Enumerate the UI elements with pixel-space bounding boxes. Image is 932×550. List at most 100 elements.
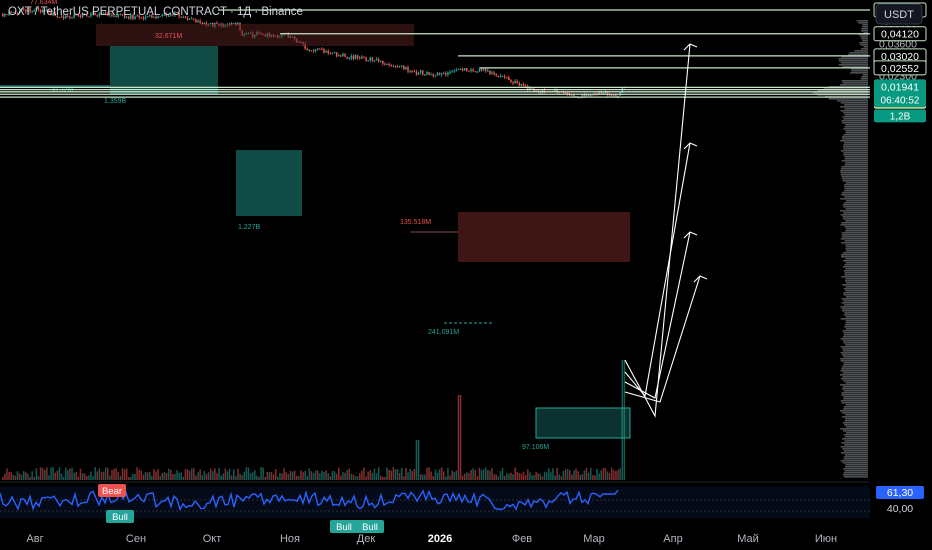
volume-profile-bar [840,170,868,172]
volume-profile-bar [845,382,868,384]
candle [411,70,413,72]
volume-bar [497,476,500,480]
volume-bar [470,469,472,480]
candle [489,70,491,75]
volume-profile-bar [845,182,868,184]
demand-zone [536,408,630,438]
volume-profile-bar [845,280,868,282]
volume-bar [325,470,327,480]
volume-bar [4,473,6,480]
volume-profile-bar [843,190,868,192]
volume-bar [52,467,54,480]
candle [422,70,424,75]
volume-bar [201,475,203,480]
volume-profile-bar [840,352,868,354]
volume-profile-bar [840,338,868,340]
candle [375,58,378,61]
volume-bar [241,475,243,480]
volume-bar [377,467,380,480]
volume-bar [100,471,103,480]
candle [329,53,332,55]
countdown: 06:40:52 [881,95,920,106]
volume-bar [613,470,615,480]
candle [413,71,416,73]
volume-bar [243,471,245,480]
volume-bar [115,468,117,480]
volume-bar [33,476,35,480]
volume-bar [75,471,77,480]
volume-bar [451,470,453,480]
volume-bar [130,476,132,480]
volume-profile-bar [845,404,868,406]
volume-profile-bar [862,26,868,28]
volume-bar [472,468,474,480]
currency-button-label[interactable]: USDT [884,9,914,21]
candle [401,65,403,67]
volume-bar [283,468,285,480]
volume-bar [247,467,250,480]
volume-profile-bar [856,20,868,22]
volume-profile-bar [841,80,868,82]
volume-bar [281,473,283,480]
volume-profile-bar [841,234,868,236]
candle [518,82,521,86]
volume-bar [466,472,468,480]
volume-bar [432,475,434,480]
volume-bar [560,476,563,480]
volume-bar [350,473,353,480]
volume-bar [619,468,621,480]
volume-bar [293,470,296,480]
volume-bar [539,473,542,480]
volume-bar [558,474,560,480]
volume-profile-bar [843,292,868,294]
volume-bar [598,473,600,480]
candle [440,73,443,75]
chart-canvas: 0,055000,050000,044000,040000,036000,032… [0,0,927,545]
volume-bar [516,472,518,480]
volume-bar [396,469,399,480]
volume-profile-bar [845,286,868,288]
volume-profile-bar [843,202,868,204]
candle [384,63,386,65]
signal-label: Bear [102,486,122,497]
volume-bar [39,467,42,480]
volume-profile-bar [845,220,868,222]
volume-profile-bar [838,64,868,66]
volume-profile-bar [842,284,868,286]
volume-profile-bar [845,344,868,346]
volume-profile-bar [842,216,868,218]
candle [361,56,363,59]
volume-bar [566,469,569,480]
candle [354,55,357,60]
volume-bar [302,471,304,480]
volume-bar [50,467,52,480]
candle [428,72,430,76]
volume-bar [197,472,199,480]
volume-profile-bar [844,436,868,438]
volume-bar [25,472,27,480]
volume-bar [554,475,556,480]
volume-bar [188,470,191,480]
volume-profile-bar [843,266,868,268]
volume-bar [533,475,535,480]
volume-profile-bar [843,334,868,336]
volume-profile-bar [844,226,868,228]
volume-profile-bar [858,22,868,24]
volume-bar [16,471,19,480]
volume-bar [369,470,371,480]
volume-bar [193,468,195,480]
candle [191,18,193,20]
volume-bar [44,469,46,480]
candle [499,76,502,78]
volume-bar [134,473,136,480]
volume-profile-bar [842,252,868,254]
candle [314,49,317,52]
candle [432,74,434,77]
volume-bar [331,470,334,480]
volume-label: 135.518M [400,219,431,226]
volume-bar [73,472,75,480]
candle [382,60,384,64]
volume-profile-bar [842,438,868,440]
volume-bar [583,470,586,480]
volume-profile-bar [837,100,868,102]
